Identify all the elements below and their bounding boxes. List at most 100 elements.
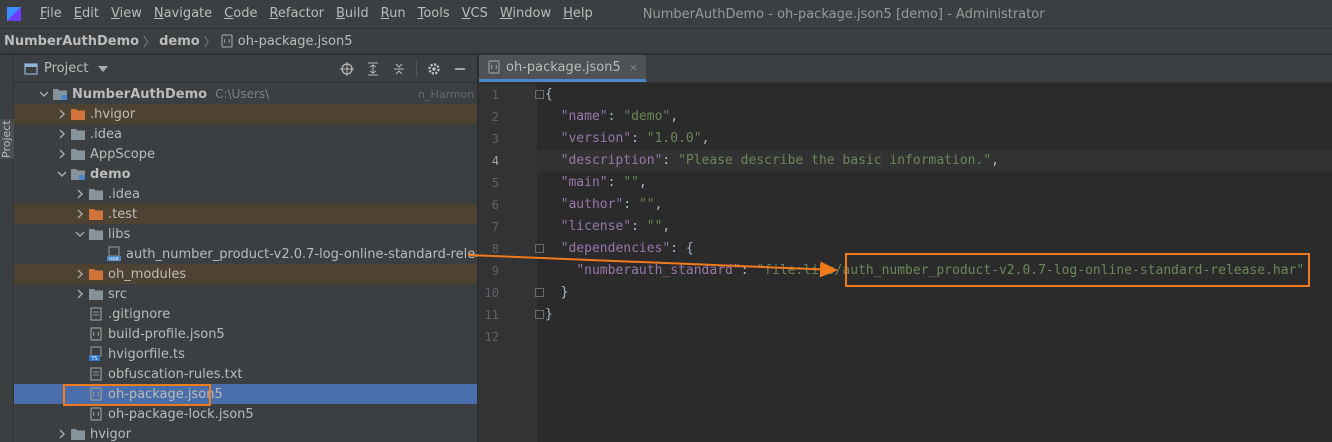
close-icon[interactable]: × bbox=[629, 61, 638, 74]
code-token: "main" bbox=[560, 175, 608, 190]
menu-item-run[interactable]: Run bbox=[375, 0, 412, 28]
code-token: : bbox=[631, 131, 647, 146]
code-token: : bbox=[623, 197, 639, 212]
line-number: 9 bbox=[479, 260, 537, 282]
menu-item-tools[interactable]: Tools bbox=[412, 0, 456, 28]
line-number: 2 bbox=[479, 106, 537, 128]
breadcrumb-project[interactable]: NumberAuthDemo bbox=[4, 34, 139, 49]
menu-item-window[interactable]: Window bbox=[494, 0, 557, 28]
line-number: 12 bbox=[479, 326, 537, 348]
tree-item[interactable]: .idea bbox=[14, 124, 477, 144]
tree-item-label: hvigorfile.ts bbox=[108, 346, 185, 362]
tree-item[interactable]: oh_modules bbox=[14, 264, 477, 284]
tree-item[interactable]: oh-package-lock.json5 bbox=[14, 404, 477, 424]
code-token: "1.0.0" bbox=[646, 131, 702, 146]
excluded-folder-icon bbox=[88, 206, 104, 222]
tree-item[interactable]: src bbox=[14, 284, 477, 304]
breadcrumb-module[interactable]: demo bbox=[159, 34, 200, 49]
tree-item[interactable]: libs bbox=[14, 224, 477, 244]
svg-text:TS: TS bbox=[90, 356, 97, 362]
tree-item[interactable]: hvigor bbox=[14, 424, 477, 442]
minimize-icon[interactable] bbox=[451, 60, 469, 78]
chevron-right-icon[interactable] bbox=[54, 106, 70, 122]
menu-item-view[interactable]: View bbox=[105, 0, 148, 28]
tree-item[interactable]: obfuscation-rules.txt bbox=[14, 364, 477, 384]
tree-item[interactable]: HAR auth_number_product-v2.0.7-log-online… bbox=[14, 244, 477, 264]
app-logo-icon bbox=[4, 4, 24, 24]
code-token: "Please describe the basic information." bbox=[678, 153, 992, 168]
breadcrumb-separator: 〉 bbox=[203, 34, 216, 49]
line-number: 3 bbox=[479, 128, 537, 150]
chevron-right-icon[interactable] bbox=[54, 146, 70, 162]
left-tool-strip: Project bbox=[0, 55, 14, 442]
chevron-right-icon[interactable] bbox=[72, 206, 88, 222]
chevron-right-icon[interactable] bbox=[72, 266, 88, 282]
tree-item-path-hint: C:\Users\ bbox=[215, 87, 270, 101]
code-token: , bbox=[638, 175, 647, 190]
menu-item-file[interactable]: File bbox=[34, 0, 68, 28]
code-line: } bbox=[537, 304, 1332, 326]
settings-icon[interactable] bbox=[425, 60, 443, 78]
chevron-right-icon[interactable] bbox=[54, 126, 70, 142]
text-file-icon bbox=[88, 366, 104, 382]
locate-icon[interactable] bbox=[338, 60, 356, 78]
tree-item[interactable]: .hvigor bbox=[14, 104, 477, 124]
code-token: } bbox=[545, 285, 569, 300]
menu-item-edit[interactable]: Edit bbox=[68, 0, 105, 28]
tree-item-label: src bbox=[108, 286, 127, 302]
project-window-icon bbox=[24, 62, 38, 76]
tree-item[interactable]: .gitignore bbox=[14, 304, 477, 324]
chevron-down-icon[interactable] bbox=[54, 166, 70, 182]
menu-item-help[interactable]: Help bbox=[557, 0, 599, 28]
chevron-down-icon[interactable] bbox=[36, 86, 52, 102]
line-number: 8 bbox=[479, 238, 544, 260]
code-line: "author": "", bbox=[537, 194, 1332, 216]
code-token: "name" bbox=[560, 109, 608, 124]
expand-all-icon[interactable] bbox=[364, 60, 382, 78]
chevron-right-icon[interactable] bbox=[54, 426, 70, 442]
code-token: "demo" bbox=[623, 109, 671, 124]
menu-item-vcs[interactable]: VCS bbox=[456, 0, 494, 28]
module-icon bbox=[70, 166, 86, 182]
breadcrumb-file[interactable]: oh-package.json5 bbox=[220, 34, 352, 49]
tree-item-label: AppScope bbox=[90, 146, 155, 162]
tab-oh-package-json5[interactable]: oh-package.json5 × bbox=[479, 55, 646, 82]
tree-item[interactable]: TS hvigorfile.ts bbox=[14, 344, 477, 364]
module-icon bbox=[52, 86, 68, 102]
tree-item-label: .idea bbox=[90, 126, 122, 142]
code-token: , bbox=[701, 131, 710, 146]
json-file-icon bbox=[88, 326, 104, 342]
line-number: 4 bbox=[479, 150, 537, 172]
menu-item-navigate[interactable]: Navigate bbox=[148, 0, 218, 28]
chevron-down-icon[interactable] bbox=[72, 226, 88, 242]
tree-item[interactable]: .test bbox=[14, 204, 477, 224]
line-number-text: 11 bbox=[484, 308, 499, 322]
folder-icon bbox=[88, 286, 104, 302]
chevron-right-icon[interactable] bbox=[72, 286, 88, 302]
code-token: "description" bbox=[560, 153, 663, 168]
tree-item[interactable]: build-profile.json5 bbox=[14, 324, 477, 344]
line-number: 10 bbox=[479, 282, 544, 304]
tree-item[interactable]: NumberAuthDemo C:\Users\ n_Harmon bbox=[14, 84, 477, 104]
menu-item-build[interactable]: Build bbox=[330, 0, 375, 28]
project-tool-window-button[interactable]: Project bbox=[0, 119, 14, 159]
breadcrumb-separator: 〉 bbox=[143, 34, 156, 49]
project-panel-tools bbox=[338, 60, 477, 78]
chevron-right-icon[interactable] bbox=[72, 186, 88, 202]
tree-item[interactable]: demo bbox=[14, 164, 477, 184]
tree-item[interactable]: .idea bbox=[14, 184, 477, 204]
menu-item-code[interactable]: Code bbox=[218, 0, 263, 28]
menu-item-refactor[interactable]: Refactor bbox=[263, 0, 330, 28]
code-token: : bbox=[607, 109, 624, 124]
tree-item[interactable]: AppScope bbox=[14, 144, 477, 164]
collapse-all-icon[interactable] bbox=[390, 60, 408, 78]
dropdown-icon[interactable] bbox=[98, 65, 109, 72]
